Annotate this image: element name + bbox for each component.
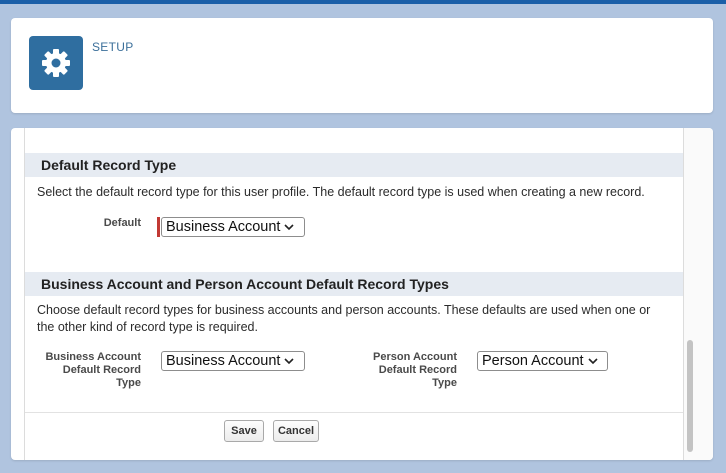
section-header-default-record-type: Default Record Type	[25, 153, 683, 177]
label-line: Business Account	[45, 351, 141, 363]
setup-header: SETUP	[11, 18, 713, 113]
cancel-button[interactable]: Cancel	[273, 420, 319, 442]
top-strip	[0, 0, 726, 4]
required-marker	[157, 217, 160, 237]
label-line: Type	[432, 377, 457, 389]
section-description-line1: Choose default record types for business…	[37, 303, 651, 317]
section-description-line2: the other kind of record type is require…	[37, 320, 258, 334]
chevron-down-icon	[588, 353, 598, 369]
label-line: Default Record	[378, 364, 457, 376]
label-line: Default Record	[62, 364, 141, 376]
label-line: Type	[116, 377, 141, 389]
save-button[interactable]: Save	[224, 420, 264, 442]
select-value: Business Account	[166, 353, 281, 369]
section-header-account-record-types: Business Account and Person Account Defa…	[25, 272, 683, 296]
business-account-label: Business Account Default Record Type	[31, 351, 141, 390]
label-line: Person Account	[373, 351, 457, 363]
gear-icon	[29, 36, 83, 90]
select-value: Person Account	[482, 353, 584, 369]
chevron-down-icon	[284, 353, 295, 369]
person-account-label: Person Account Default Record Type	[347, 351, 457, 390]
section-description: Select the default record type for this …	[37, 185, 645, 199]
person-account-record-type-select[interactable]: Person Account	[477, 351, 608, 371]
scrollbar-thumb[interactable]	[687, 340, 693, 452]
content-panel: Default Record Type Select the default r…	[11, 128, 713, 460]
button-bar-divider	[25, 412, 683, 413]
page-title: SETUP	[92, 40, 134, 54]
default-label: Default	[103, 217, 141, 229]
select-value: Business Account	[166, 219, 281, 235]
chevron-down-icon	[284, 219, 295, 235]
business-account-record-type-select[interactable]: Business Account	[161, 351, 305, 371]
default-record-type-select[interactable]: Business Account	[161, 217, 305, 237]
